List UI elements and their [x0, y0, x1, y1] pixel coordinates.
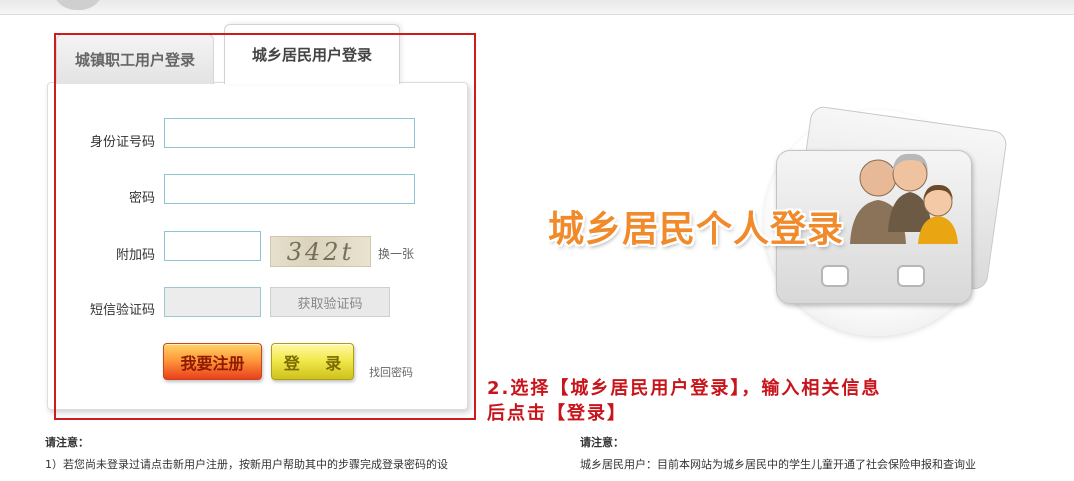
- notice-left: 请注意： 1）若您尚未登录过请点击新用户注册，按新用户帮助其中的步骤完成登录密码…: [45, 432, 505, 476]
- logo-fragment: [52, 0, 104, 10]
- card-ring-icon: [897, 265, 925, 287]
- notice-left-heading: 请注意：: [45, 436, 89, 449]
- top-bar: [0, 0, 1074, 15]
- notice-right-text: 城乡居民用户：目前本网站为城乡居民中的学生儿童开通了社会保险申报和查询业: [580, 458, 976, 471]
- family-people-icon: [850, 153, 958, 244]
- annotation-line-2: 后点击【登录】: [487, 403, 627, 424]
- notice-right-heading: 请注意：: [580, 436, 624, 449]
- resident-login-title: 城乡居民个人登录: [548, 209, 845, 250]
- highlight-box: [54, 33, 476, 420]
- annotation-line-1: 2.选择【城乡居民用户登录】，输入相关信息: [487, 378, 882, 399]
- instruction-annotation: 2.选择【城乡居民用户登录】，输入相关信息 后点击【登录】: [487, 376, 957, 426]
- notice-right: 请注意： 城乡居民用户：目前本网站为城乡居民中的学生儿童开通了社会保险申报和查询…: [580, 432, 1050, 476]
- notice-left-text: 1）若您尚未登录过请点击新用户注册，按新用户帮助其中的步骤完成登录密码的设: [45, 458, 448, 471]
- card-ring-icon: [821, 265, 849, 287]
